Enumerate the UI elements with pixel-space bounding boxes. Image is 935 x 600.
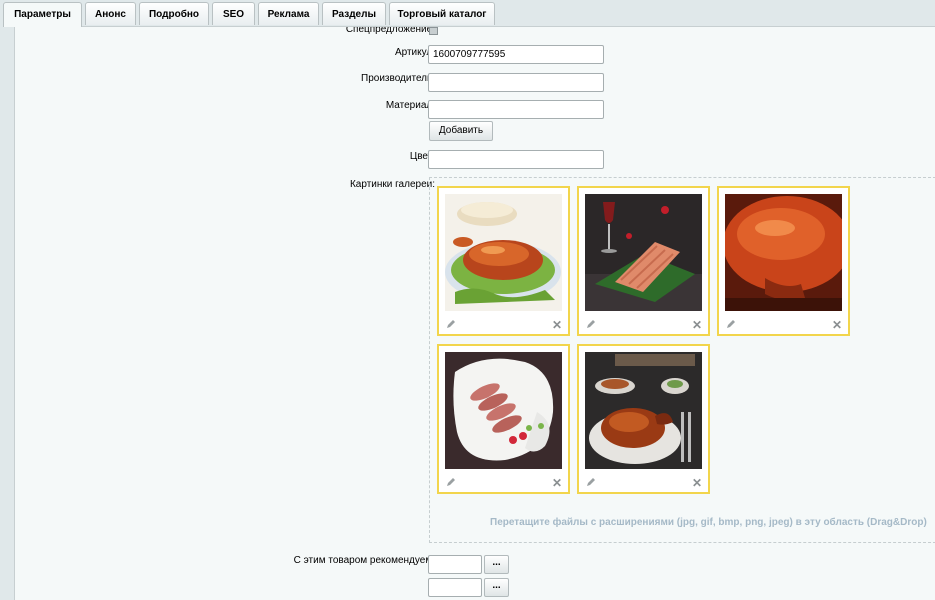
roast-duck-on-lettuce-icon — [445, 194, 562, 311]
tab-details[interactable]: Подробно — [139, 2, 209, 25]
sliced-duck-with-wine-icon — [585, 194, 702, 311]
recommend-browse-button-1[interactable]: ... — [484, 555, 509, 574]
edit-pencil-icon[interactable] — [726, 319, 736, 329]
tab-advertising[interactable]: Реклама — [258, 2, 319, 25]
tab-trade-catalog[interactable]: Торговый каталог — [389, 2, 495, 25]
recommend-input-1[interactable] — [428, 555, 482, 574]
delete-icon[interactable]: ✕ — [692, 477, 702, 489]
edit-pencil-icon[interactable] — [446, 319, 456, 329]
tab-announce[interactable]: Анонс — [85, 2, 136, 25]
gallery-thumbnail[interactable]: ✕ — [437, 186, 570, 336]
roast-duck-dinner-table-icon — [585, 352, 702, 469]
recommend-browse-button-2[interactable]: ... — [484, 578, 509, 597]
parameters-panel: Спецпредложение: Артикул: 1600709777595 … — [14, 26, 935, 600]
special-offer-checkbox[interactable] — [429, 27, 438, 35]
recommend-label: С этим товаром рекомендуем: — [293, 555, 435, 566]
recommend-input-2[interactable] — [428, 578, 482, 597]
delete-icon[interactable]: ✕ — [692, 319, 702, 331]
gallery-thumbnail[interactable]: ✕ — [717, 186, 850, 336]
delete-icon[interactable]: ✕ — [832, 319, 842, 331]
gallery-label: Картинки галереи: — [349, 179, 435, 190]
gallery-dropzone[interactable]: ✕ ✕ ✕ ✕ ✕ Перетащите файлы с расширениям… — [429, 177, 935, 543]
gallery-thumbnail[interactable]: ✕ — [577, 344, 710, 494]
edit-pencil-icon[interactable] — [446, 477, 456, 487]
material-input[interactable] — [428, 100, 604, 119]
delete-icon[interactable]: ✕ — [552, 477, 562, 489]
dropzone-hint: Перетащите файлы с расширениями (jpg, gi… — [490, 517, 927, 528]
tab-parameters[interactable]: Параметры — [3, 2, 82, 27]
manufacturer-input[interactable] — [428, 73, 604, 92]
gallery-thumbnail[interactable]: ✕ — [577, 186, 710, 336]
roast-duck-closeup-icon — [725, 194, 842, 311]
tab-sections[interactable]: Разделы — [322, 2, 386, 25]
tab-bar: Параметры Анонс Подробно SEO Реклама Раз… — [0, 0, 935, 27]
edit-pencil-icon[interactable] — [586, 319, 596, 329]
color-input[interactable] — [428, 150, 604, 169]
tab-seo[interactable]: SEO — [212, 2, 255, 25]
manufacturer-label: Производитель: — [361, 73, 435, 84]
special-offer-label: Спецпредложение: — [345, 26, 435, 35]
edit-pencil-icon[interactable] — [586, 477, 596, 487]
gallery-thumbnail[interactable]: ✕ — [437, 344, 570, 494]
article-input[interactable]: 1600709777595 — [428, 45, 604, 64]
add-material-button[interactable]: Добавить — [429, 121, 493, 141]
duck-slices-on-plate-icon — [445, 352, 562, 469]
delete-icon[interactable]: ✕ — [552, 319, 562, 331]
